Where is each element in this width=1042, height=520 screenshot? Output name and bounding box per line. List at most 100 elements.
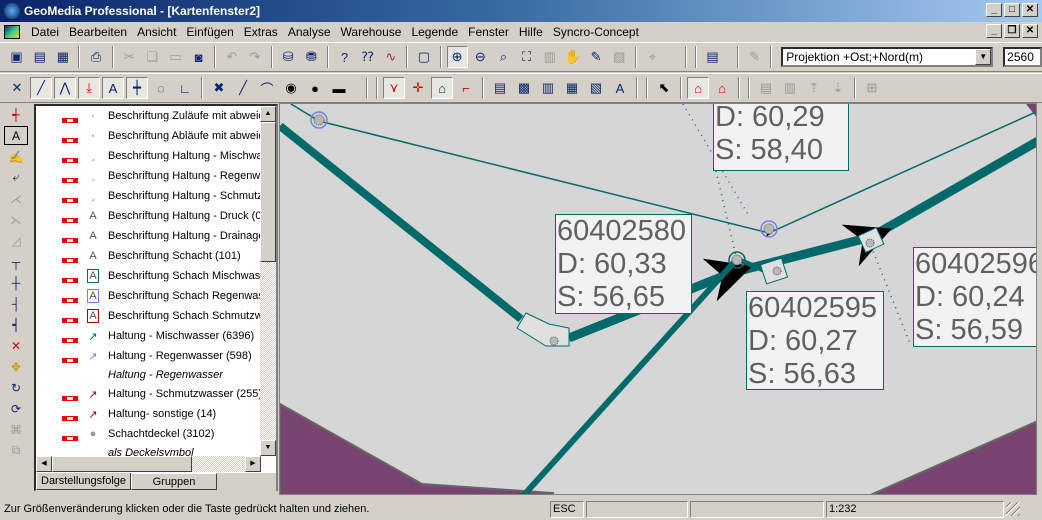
print-icon[interactable]: ⎙ [85,46,106,68]
redo-icon[interactable]: ↷ [244,46,265,68]
insert-node-icon[interactable]: ┿ [126,77,148,99]
menu-warehouse[interactable]: Warehouse [336,25,407,39]
legend-item[interactable]: A Beschriftung Haltung - Drainage [36,226,261,246]
connect-icon[interactable]: ┤ [4,294,28,313]
queries-icon[interactable]: ⁇ [357,46,378,68]
rotate-copy-icon[interactable]: ⟳ [4,399,28,418]
save-icon[interactable]: ▦ [52,46,73,68]
edit-properties-icon[interactable]: ✎ [586,46,607,68]
snap-polygon-icon[interactable]: ⌐ [455,77,477,99]
move-icon[interactable]: ✥ [4,357,28,376]
rotate-text-icon[interactable]: ⤶ [4,168,28,187]
legend-item[interactable]: ↗ Haltung - Schmutzwasser (255) [36,384,261,404]
menu-datei[interactable]: Datei [26,25,64,39]
new-window-icon[interactable]: ▢ [413,46,434,68]
attribute-icon[interactable]: ▥ [537,77,559,99]
legend-item[interactable]: ˏ Beschriftung Haltung - Mischwasser [36,146,261,166]
legend-item[interactable]: · Beschriftung Abläufe mit abweichendem [36,126,261,146]
geocode-icon[interactable]: ▤ [702,46,723,68]
menu-einfuegen[interactable]: Einfügen [181,25,238,39]
cut-icon[interactable]: ✂ [119,46,140,68]
coordinate-system-select[interactable]: Projektion +Ost;+Nord(m) ▼ [781,47,994,67]
properties-icon[interactable]: ▧ [609,46,630,68]
visibility-toggle-icon[interactable] [62,157,78,163]
map-label[interactable]: 60402595 D: 60,27 S: 56,63 [746,291,884,390]
text-style-icon[interactable]: A [609,77,631,99]
menu-analyse[interactable]: Analyse [283,25,336,39]
visibility-toggle-icon[interactable] [62,415,78,421]
data-window-icon[interactable]: ▦ [561,77,583,99]
new-query-icon[interactable]: ? [334,46,355,68]
legend-item[interactable]: ˏ Beschriftung Haltung - Schmutzwasser [36,186,261,206]
move-up-icon[interactable]: ⇡ [803,77,825,99]
visibility-toggle-icon[interactable] [62,317,78,323]
break-icon[interactable]: ┼ [4,273,28,292]
select-area-icon[interactable]: ⌂ [711,77,733,99]
zoom-selection-icon[interactable]: ⌕ [493,46,514,68]
new-geoworkspace-icon[interactable]: ▣ [6,46,27,68]
legend-item[interactable]: A Beschriftung Schach Schmutzwasser [36,306,261,326]
map-label[interactable]: 60402596 D: 60,24 S: 56,59 [913,247,1036,347]
menu-extras[interactable]: Extras [239,25,283,39]
select-pointer-icon[interactable]: ⬉ [653,77,675,99]
legend-item[interactable]: ↗ Haltung - Regenwasser (598) [36,346,261,366]
spatial-icon[interactable]: ⌖ [642,46,663,68]
legend-horizontal-scrollbar[interactable]: ◀ ▶ [36,456,261,472]
menu-legende[interactable]: Legende [406,25,463,39]
document-icon[interactable] [4,24,20,39]
insert-line-icon[interactable]: ╱ [30,77,52,99]
camera-icon[interactable]: ◙ [188,46,209,68]
menu-syncro-concept[interactable]: Syncro-Concept [548,25,644,39]
copy-icon[interactable]: ❏ [142,46,163,68]
visibility-toggle-icon[interactable] [62,197,78,203]
snap-line-icon[interactable]: ⋎ [383,77,405,99]
move-down-icon[interactable]: ⇣ [827,77,849,99]
maximize-button[interactable]: □ [1004,3,1020,17]
trim-icon[interactable]: ⋋ [4,210,28,229]
scale-input[interactable]: 2560 [1003,47,1042,67]
doc-close-button[interactable]: ✕ [1022,24,1038,38]
scroll-down-button[interactable]: ▼ [260,440,276,456]
chevron-down-icon[interactable]: ▼ [975,49,992,65]
join-icon[interactable]: ∿ [380,46,401,68]
legend-item[interactable]: ● Schachtdeckel (3102) [36,424,261,444]
legend-item[interactable]: A Beschriftung Schacht (101) [36,246,261,266]
legend-item[interactable]: ↗ Haltung - Mischwasser (6396) [36,326,261,346]
scroll-thumb[interactable] [260,122,276,262]
vertex-icon[interactable]: ⋌ [4,189,28,208]
smooth-icon[interactable]: ⌘ [4,420,28,439]
ring-icon[interactable]: ◉ [280,77,302,99]
visibility-toggle-icon[interactable] [62,137,78,143]
snap-intersection-icon[interactable]: ✕ [6,77,28,99]
legend-item[interactable]: A Beschriftung Haltung - Druck (0) [36,206,261,226]
doc-restore-button[interactable]: ❐ [1004,24,1020,38]
map-label[interactable]: D: 60,29 S: 58,40 [713,104,849,171]
merge-icon[interactable]: ⧉ [4,441,28,460]
tab-gruppen[interactable]: Gruppen [131,473,217,490]
zoom-in-icon[interactable]: ⊕ [446,46,468,68]
visibility-toggle-icon[interactable] [62,337,78,343]
zoom-out-icon[interactable]: ⊖ [470,46,491,68]
snap-area-icon[interactable]: ⌂ [431,77,453,99]
scroll-left-button[interactable]: ◀ [36,456,52,472]
visibility-toggle-icon[interactable] [62,435,78,441]
visibility-toggle-icon[interactable] [62,277,78,283]
layers-icon[interactable]: ▧ [585,77,607,99]
visibility-toggle-icon[interactable] [62,257,78,263]
line-icon[interactable]: ╱ [232,77,254,99]
new-connection-icon[interactable]: ⛁ [278,46,299,68]
visibility-toggle-icon[interactable] [62,357,78,363]
insert-polyline-icon[interactable]: ⋀ [54,77,76,99]
minimize-button[interactable]: _ [986,3,1002,17]
visibility-toggle-icon[interactable] [62,177,78,183]
legend-item[interactable]: ˏ Beschriftung Haltung - Regenwasser [36,166,261,186]
visibility-toggle-icon[interactable] [62,297,78,303]
legend-item[interactable]: · Beschriftung Zuläufe mit abweichendem [36,106,261,126]
visibility-toggle-icon[interactable] [62,117,78,123]
map-label[interactable]: 60402580 D: 60,33 S: 56,65 [555,214,692,314]
point-icon[interactable]: ✖ [208,77,230,99]
legend-vertical-scrollbar[interactable]: ▲ ▼ [260,106,276,456]
table-icon[interactable]: ▤ [755,77,777,99]
fit-all-icon[interactable]: ⛶ [516,46,537,68]
map-window[interactable]: D: 60,29 S: 58,40 60402580 D: 60,33 S: 5… [279,103,1037,495]
